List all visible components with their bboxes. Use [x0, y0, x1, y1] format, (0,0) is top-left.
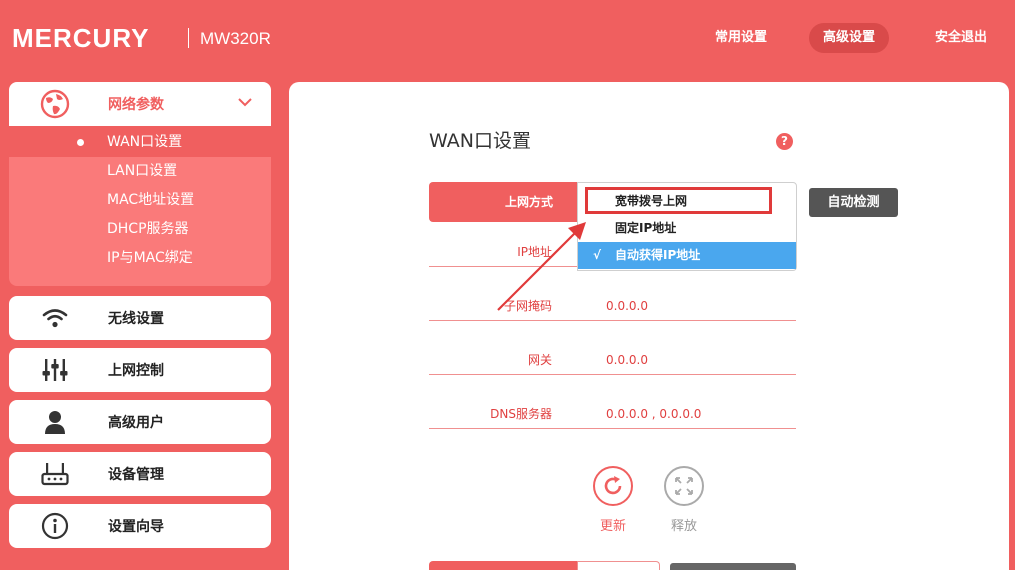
subnet-mask-underline	[429, 320, 796, 321]
sidebar-item-mac[interactable]: MAC地址设置	[9, 186, 271, 215]
renew-button[interactable]	[593, 466, 633, 506]
page-title: WAN口设置	[429, 130, 531, 152]
refresh-icon	[604, 476, 622, 495]
annotation-highlight-box	[585, 187, 772, 214]
help-icon[interactable]: ?	[776, 133, 793, 150]
sidebar-network-label: 网络参数	[108, 97, 164, 113]
globe-icon	[35, 82, 75, 126]
sidebar-item-label: WAN口设置	[107, 134, 183, 150]
dns-underline	[429, 428, 796, 429]
gateway-value: 0.0.0.0	[606, 353, 648, 367]
sidebar-access-control-label: 上网控制	[108, 363, 164, 379]
sidebar-network-header[interactable]: 网络参数	[9, 82, 271, 126]
sidebar-item-device-management[interactable]: 设备管理	[9, 452, 271, 496]
option-dynamic-ip-label: 自动获得IP地址	[615, 248, 701, 262]
expand-arrows-icon	[675, 477, 693, 495]
nav-common-settings[interactable]: 常用设置	[701, 23, 781, 53]
sidebar-wireless-label: 无线设置	[108, 311, 164, 327]
info-icon	[35, 504, 75, 548]
sidebar-item-dhcp[interactable]: DHCP服务器	[9, 215, 271, 244]
next-row-input[interactable]	[577, 561, 660, 570]
sidebar-item-wireless[interactable]: 无线设置	[9, 296, 271, 340]
sidebar-network-submenu: WAN口设置 LAN口设置 MAC地址设置 DHCP服务器 IP与MAC绑定	[9, 128, 271, 286]
gateway-underline	[429, 374, 796, 375]
auto-detect-button[interactable]: 自动检测	[809, 188, 898, 217]
chevron-down-icon	[238, 98, 252, 107]
annotation-arrow-icon	[497, 222, 586, 311]
renew-label: 更新	[599, 519, 626, 534]
sidebar-item-lan[interactable]: LAN口设置	[9, 157, 271, 186]
user-icon	[35, 400, 75, 444]
subnet-mask-value: 0.0.0.0	[606, 299, 648, 313]
sidebar-item-access-control[interactable]: 上网控制	[9, 348, 271, 392]
release-button[interactable]	[664, 466, 704, 506]
wifi-icon	[35, 296, 75, 340]
gateway-label: 网关	[527, 353, 552, 367]
model-name: MW320R	[200, 29, 271, 48]
dns-value: 0.0.0.0 , 0.0.0.0	[606, 407, 702, 421]
sidebar-setup-wizard-label: 设置向导	[108, 519, 164, 535]
sidebar-device-management-label: 设备管理	[108, 467, 164, 483]
sidebar-item-advanced-user[interactable]: 高级用户	[9, 400, 271, 444]
active-dot-icon	[77, 139, 84, 146]
sidebar-item-setup-wizard[interactable]: 设置向导	[9, 504, 271, 548]
main-panel	[289, 82, 1009, 570]
logo-divider	[188, 28, 189, 48]
nav-advanced-settings[interactable]: 高级设置	[809, 23, 890, 53]
next-row-hint	[670, 563, 796, 570]
next-row-label-bar	[429, 561, 577, 570]
option-dynamic-ip[interactable]: √ 自动获得IP地址	[578, 242, 796, 269]
sliders-icon	[35, 348, 75, 392]
dns-label: DNS服务器	[490, 407, 552, 421]
sidebar-advanced-user-label: 高级用户	[108, 415, 164, 431]
nav-logout[interactable]: 安全退出	[921, 23, 1001, 53]
sidebar-item-wan[interactable]: WAN口设置	[9, 128, 271, 157]
release-label: 释放	[670, 519, 697, 534]
option-static-ip[interactable]: 固定IP地址	[578, 215, 796, 242]
sidebar-item-ip-mac-binding[interactable]: IP与MAC绑定	[9, 244, 271, 273]
brand-logo: MERCURY	[12, 23, 150, 53]
router-icon	[35, 452, 75, 496]
